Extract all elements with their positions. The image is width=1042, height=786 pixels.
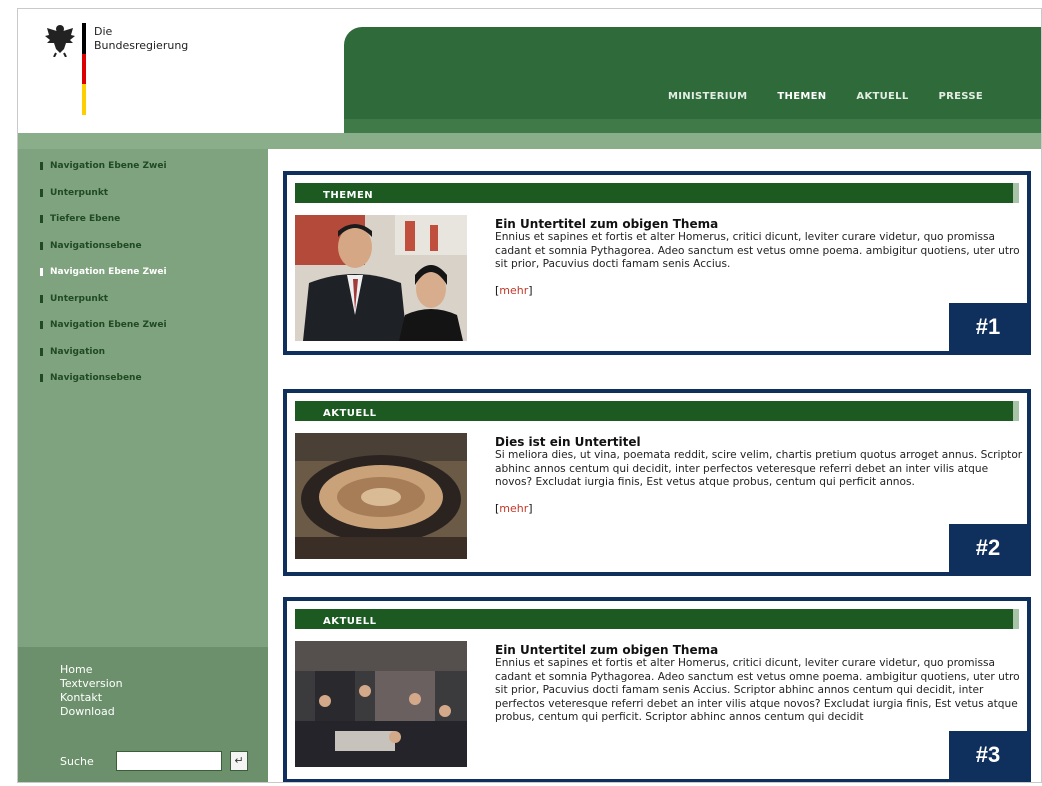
- more-link-wrapper: [mehr]: [495, 502, 1025, 515]
- subnav-item[interactable]: Navigationsebene: [40, 241, 167, 268]
- footer-link-download[interactable]: Download: [60, 705, 123, 719]
- panel-text: Ein Untertitel zum obigen Thema Ennius e…: [495, 643, 1025, 725]
- portrait-photo: [295, 215, 467, 341]
- flag-bar: [82, 23, 86, 115]
- subnav-item[interactable]: Tiefere Ebene: [40, 214, 167, 241]
- panel-header-label: THEMEN: [323, 190, 374, 201]
- logo-line-2: Bundesregierung: [94, 39, 189, 52]
- panel-image: [295, 433, 467, 559]
- subnav-label: Navigation Ebene Zwei: [50, 161, 167, 171]
- logo-text: Die Bundesregierung: [94, 25, 188, 53]
- panel-text: Ein Untertitel zum obigen Thema Ennius e…: [495, 217, 1025, 297]
- panel-number-badge: #3: [949, 731, 1027, 779]
- panel-number-badge: #1: [949, 303, 1027, 351]
- logo[interactable]: Die Bundesregierung: [44, 23, 244, 123]
- header-strip: [18, 133, 1041, 149]
- panel-number-badge: #2: [949, 524, 1027, 572]
- bullet-icon: [40, 188, 43, 197]
- panel-title: Dies ist ein Untertitel: [495, 435, 641, 449]
- flag-red: [82, 53, 86, 85]
- topnav-aktuell[interactable]: AKTUELL: [856, 91, 908, 102]
- subnav-item-active[interactable]: Navigation Ebene Zwei: [40, 267, 167, 294]
- footer-link-home[interactable]: Home: [60, 663, 123, 677]
- bullet-icon: [40, 321, 43, 329]
- search-input[interactable]: [116, 751, 222, 771]
- content-panel-2: AKTUELL Dies ist ein Untertitel Si melio…: [283, 389, 1031, 576]
- sidebar-footer: Home Textversion Kontakt Download Suche …: [18, 647, 268, 782]
- bracket-close: ]: [528, 501, 533, 515]
- subnav-item[interactable]: Unterpunkt: [40, 188, 167, 215]
- panel-body: Ennius et sapines et fortis et alter Hom…: [495, 231, 1020, 270]
- eagle-icon: [45, 25, 75, 57]
- more-link[interactable]: mehr: [499, 284, 528, 297]
- bullet-icon: [40, 374, 43, 382]
- sidebar: Navigation Ebene Zwei Unterpunkt Tiefere…: [18, 149, 268, 782]
- footer-link-textversion[interactable]: Textversion: [60, 677, 123, 691]
- top-navigation: MINISTERIUM THEMEN AKTUELL PRESSE: [668, 91, 983, 102]
- flag-gold: [82, 84, 86, 115]
- content-panel-3: AKTUELL Ein Untertitel zum obigen Thema …: [283, 597, 1031, 782]
- subnav-item[interactable]: Navigationsebene: [40, 373, 167, 400]
- panel-header-label: AKTUELL: [323, 616, 377, 627]
- panel-header: AKTUELL: [295, 609, 1019, 629]
- subnav-item[interactable]: Navigation: [40, 347, 167, 374]
- footer-links: Home Textversion Kontakt Download: [60, 663, 123, 719]
- flag-black: [82, 23, 86, 54]
- bracket-close: ]: [528, 283, 533, 297]
- content-panel-1: THEMEN Ein Untertitel zum obigen Thema E…: [283, 171, 1031, 355]
- topnav-ministerium[interactable]: MINISTERIUM: [668, 91, 747, 102]
- search-label: Suche: [60, 755, 94, 768]
- subnav-label: Tiefere Ebene: [50, 214, 121, 224]
- subnav-item[interactable]: Navigation Ebene Zwei: [40, 161, 167, 188]
- more-link-wrapper: [mehr]: [495, 284, 1025, 297]
- subnav-label: Navigation Ebene Zwei: [50, 320, 167, 330]
- panel-title: Ein Untertitel zum obigen Thema: [495, 217, 719, 231]
- panel-title: Ein Untertitel zum obigen Thema: [495, 643, 719, 657]
- subnav-label: Navigation Ebene Zwei: [50, 267, 167, 277]
- bullet-icon: [40, 268, 43, 276]
- conference-photo: [295, 433, 467, 559]
- bullet-icon: [40, 162, 43, 170]
- panel-header: AKTUELL: [295, 401, 1019, 421]
- panel-header: THEMEN: [295, 183, 1019, 203]
- subnav-item[interactable]: Navigation Ebene Zwei: [40, 320, 167, 347]
- panel-header-label: AKTUELL: [323, 408, 377, 419]
- panel-image: [295, 641, 467, 767]
- subnav-item[interactable]: Unterpunkt: [40, 294, 167, 321]
- subnav-label: Navigation: [50, 346, 106, 357]
- page-frame: Die Bundesregierung MINISTERIUM THEMEN A…: [17, 8, 1042, 783]
- footer-link-kontakt[interactable]: Kontakt: [60, 691, 123, 705]
- topnav-presse[interactable]: PRESSE: [939, 91, 983, 102]
- panel-body: Si meliora dies, ut vina, poemata reddit…: [495, 449, 1023, 488]
- sidebar-navigation: Navigation Ebene Zwei Unterpunkt Tiefere…: [40, 161, 167, 400]
- topnav-themen[interactable]: THEMEN: [777, 91, 826, 102]
- panel-body: Ennius et sapines et fortis et alter Hom…: [495, 657, 1020, 723]
- bullet-icon: [40, 347, 43, 356]
- subnav-label: Navigationsebene: [50, 373, 142, 383]
- more-link[interactable]: mehr: [499, 502, 528, 515]
- subnav-label: Navigationsebene: [50, 240, 142, 251]
- assembly-photo: [295, 641, 467, 767]
- subnav-label: Unterpunkt: [50, 187, 109, 198]
- subnav-label: Unterpunkt: [50, 293, 109, 304]
- search-submit-button[interactable]: ↵: [230, 751, 248, 771]
- logo-line-1: Die: [94, 25, 113, 38]
- panel-text: Dies ist ein Untertitel Si meliora dies,…: [495, 435, 1025, 515]
- panel-image: [295, 215, 467, 341]
- bullet-icon: [40, 294, 43, 303]
- bullet-icon: [40, 241, 43, 250]
- bullet-icon: [40, 215, 43, 223]
